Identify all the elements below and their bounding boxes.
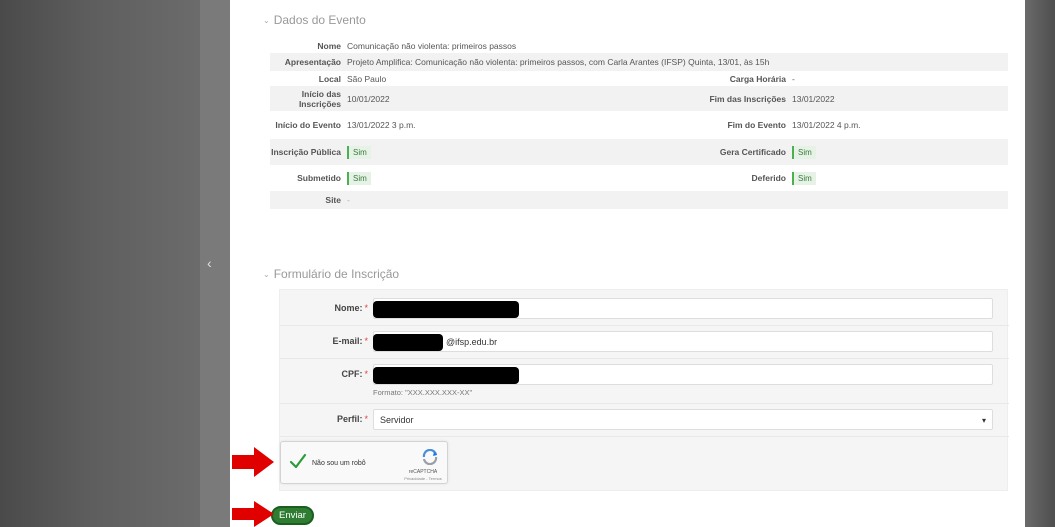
value-apresentacao: Projeto Amplifica: Comunicação não viole… [347, 57, 770, 67]
cpf-format-hint: Formato: "XXX.XXX.XXX-XX" [373, 388, 473, 397]
nome-input[interactable] [373, 298, 993, 319]
badge-gera-certificado: Sim [792, 145, 816, 159]
label-nome-field: Nome: * [334, 303, 368, 313]
event-section-title-text: Dados do Evento [273, 13, 366, 27]
form-divider [280, 436, 1009, 437]
perfil-selected-value: Servidor [380, 414, 414, 425]
badge-submetido: Sim [347, 171, 371, 185]
form-divider [280, 325, 1009, 326]
chevron-down-icon: ⌄ [263, 269, 270, 279]
row-evento: Início do Evento 13/01/2022 3 p.m. Fim d… [270, 111, 1008, 139]
annotation-arrow-icon [232, 501, 274, 527]
row-submetido: Submetido Sim Deferido Sim [270, 165, 1008, 191]
form-section-title-text: Formulário de Inscrição [273, 267, 400, 281]
redacted-cpf [373, 367, 519, 384]
value-inicio-evento: 13/01/2022 3 p.m. [347, 120, 416, 130]
email-input[interactable]: @ifsp.edu.br [373, 331, 993, 352]
value-fim-evento: 13/01/2022 4 p.m. [792, 120, 861, 130]
captcha-label: Não sou um robô [312, 460, 366, 467]
chevron-left-icon[interactable]: ‹ [207, 256, 212, 270]
label-deferido: Deferido [751, 173, 786, 183]
label-apresentacao: Apresentação [284, 57, 341, 67]
label-email-field: E-mail: * [332, 336, 368, 346]
label-fim-evento: Fim do Evento [727, 120, 786, 130]
annotation-arrow-icon [232, 447, 274, 477]
form-divider [280, 403, 1009, 404]
value-inicio-inscricoes: 10/01/2022 [347, 93, 390, 104]
event-details-table: Nome Comunicação não violenta: primeiros… [270, 38, 1008, 209]
background-right [1025, 0, 1055, 527]
label-inicio-inscricoes: Início das Inscrições [298, 88, 341, 109]
event-section-title[interactable]: ⌄ Dados do Evento [263, 13, 366, 27]
cpf-input[interactable] [373, 364, 993, 385]
background-left [0, 0, 230, 527]
value-local: São Paulo [347, 73, 387, 84]
label-nome: Nome [317, 40, 341, 51]
label-inicio-evento: Início do Evento [275, 120, 341, 130]
label-site: Site [325, 195, 341, 205]
label-carga-horaria: Carga Horária [729, 73, 786, 84]
row-site: Site - [270, 191, 1008, 209]
chevron-down-icon: ▾ [981, 416, 986, 425]
value-carga-horaria: - [792, 73, 795, 84]
captcha-brand: reCAPTCHA [408, 469, 438, 475]
main-content: ⌄ Dados do Evento Nome Comunicação não v… [230, 0, 1025, 527]
email-domain-text: @ifsp.edu.br [446, 336, 498, 347]
form-row-perfil: Perfil: * Servidor ▾ [280, 409, 1009, 430]
label-perfil-field: Perfil: * [336, 414, 368, 424]
form-divider [280, 358, 1009, 359]
perfil-select[interactable]: Servidor ▾ [373, 409, 993, 430]
label-inscricao-publica: Inscrição Pública [271, 147, 341, 157]
background-left-strip [200, 0, 230, 527]
redacted-nome [373, 301, 519, 318]
row-apresentacao: Apresentação Projeto Amplifica: Comunica… [270, 53, 1008, 71]
value-site: - [347, 195, 350, 205]
captcha-terms-link[interactable]: Privacidade - Termos [399, 476, 447, 481]
checkmark-icon[interactable] [289, 452, 307, 470]
label-local: Local [318, 73, 341, 84]
form-section-title[interactable]: ⌄ Formulário de Inscrição [263, 267, 399, 281]
value-fim-inscricoes: 13/01/2022 [792, 93, 835, 104]
form-row-nome: Nome: * [280, 298, 1009, 319]
value-nome: Comunicação não violenta: primeiros pass… [347, 40, 517, 51]
label-gera-certificado: Gera Certificado [719, 147, 786, 157]
form-row-email: E-mail: * @ifsp.edu.br [280, 331, 1009, 352]
row-local: Local São Paulo Carga Horária - [270, 71, 1008, 86]
row-inscricao-publica: Inscrição Pública Sim Gera Certificado S… [270, 139, 1008, 165]
redacted-email [373, 334, 443, 351]
row-nome: Nome Comunicação não violenta: primeiros… [270, 38, 1008, 53]
recaptcha-logo-icon [422, 449, 438, 465]
badge-inscricao-publica: Sim [347, 145, 371, 159]
recaptcha-widget: Não sou um robô reCAPTCHA Privacidade - … [280, 441, 448, 484]
submit-button[interactable]: Enviar [271, 506, 314, 525]
row-inscricoes: Início das Inscrições 10/01/2022 Fim das… [270, 86, 1008, 111]
label-fim-inscricoes: Fim das Inscrições [709, 93, 786, 104]
badge-deferido: Sim [792, 171, 816, 185]
label-submetido: Submetido [297, 173, 341, 183]
label-cpf-field: CPF: * [341, 369, 368, 379]
chevron-down-icon: ⌄ [263, 15, 270, 25]
form-row-cpf: CPF: * [280, 364, 1009, 385]
